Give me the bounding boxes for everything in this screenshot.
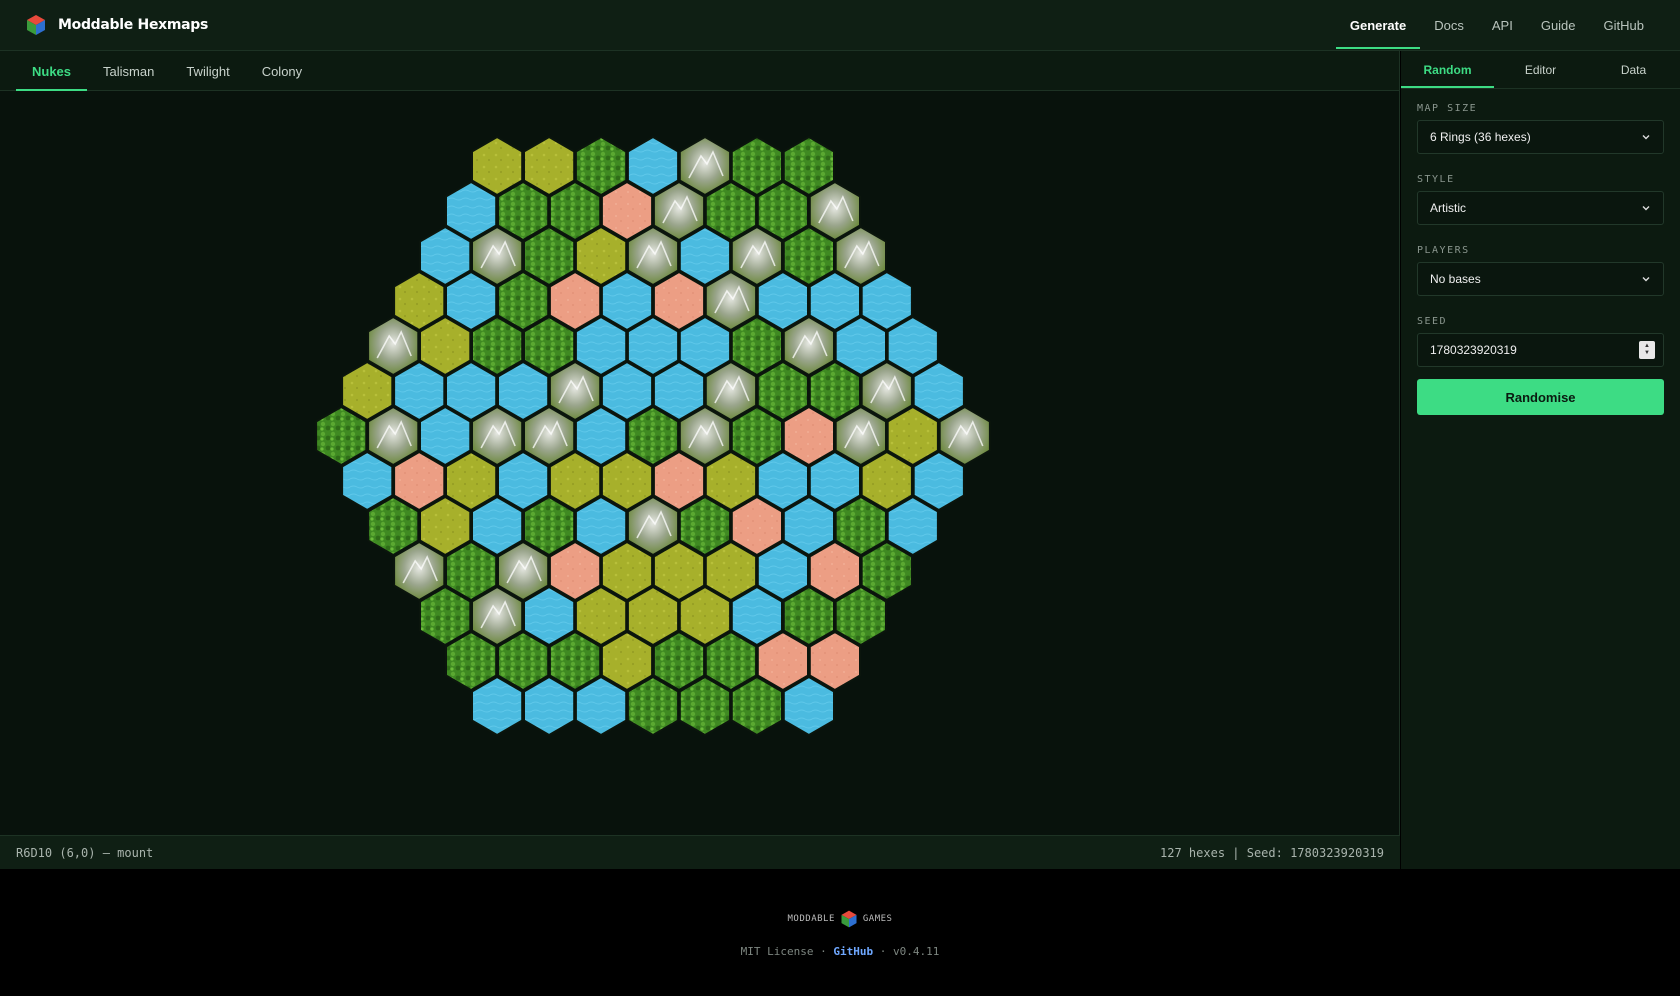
footer-meta: MIT License · GitHub · v0.4.11 xyxy=(741,945,940,958)
top-nav: Generate Docs API Guide GitHub xyxy=(1335,0,1658,51)
footer-logo[interactable]: MODDABLE GAMES xyxy=(788,909,893,929)
players-select[interactable]: No bases xyxy=(1417,262,1664,296)
version-text: v0.4.11 xyxy=(893,945,940,958)
seed-value: 1780323920319 xyxy=(1430,343,1517,357)
players-label: PLAYERS xyxy=(1417,245,1470,256)
hovered-hex-info: R6D10 (6,0) — mount xyxy=(16,845,154,860)
top-bar: Moddable Hexmaps Generate Docs API Guide… xyxy=(0,0,1680,51)
tab-editor[interactable]: Editor xyxy=(1494,51,1587,88)
tab-talisman[interactable]: Talisman xyxy=(87,51,170,91)
footer-logo-left: MODDABLE xyxy=(787,914,835,924)
nav-github[interactable]: GitHub xyxy=(1590,0,1658,51)
map-size-value: 6 Rings (36 hexes) xyxy=(1430,130,1531,144)
side-panel: Random Editor Data MAP SIZE 6 Rings (36 … xyxy=(1401,51,1680,869)
side-tabs: Random Editor Data xyxy=(1401,51,1680,89)
randomise-button[interactable]: Randomise xyxy=(1417,379,1664,415)
style-value: Artistic xyxy=(1430,201,1466,215)
hexmap-canvas[interactable] xyxy=(0,91,1400,835)
separator: · xyxy=(820,945,827,958)
seed-stepper[interactable]: ▲ ▼ xyxy=(1639,341,1655,359)
brand[interactable]: Moddable Hexmaps xyxy=(24,13,208,37)
map-panel: Nukes Talisman Twilight Colony R6D10 (6,… xyxy=(0,51,1400,869)
footer: MODDABLE GAMES MIT License · GitHub · v0… xyxy=(0,869,1680,996)
nav-docs[interactable]: Docs xyxy=(1420,0,1478,51)
hexmap[interactable] xyxy=(0,91,1400,835)
tab-data[interactable]: Data xyxy=(1587,51,1680,88)
footer-logo-right: GAMES xyxy=(862,914,893,924)
tab-twilight[interactable]: Twilight xyxy=(170,51,245,91)
map-size-label: MAP SIZE xyxy=(1417,103,1478,114)
map-tabs: Nukes Talisman Twilight Colony xyxy=(0,51,1399,91)
nav-api[interactable]: API xyxy=(1478,0,1527,51)
chevron-down-icon xyxy=(1642,135,1650,140)
license-text: MIT License xyxy=(740,945,814,958)
random-form: MAP SIZE 6 Rings (36 hexes) STYLE Artist… xyxy=(1401,89,1680,415)
tab-colony[interactable]: Colony xyxy=(246,51,318,91)
map-size-select[interactable]: 6 Rings (36 hexes) xyxy=(1417,120,1664,154)
tab-random[interactable]: Random xyxy=(1401,51,1494,88)
style-label: STYLE xyxy=(1417,174,1455,185)
cube-logo-icon xyxy=(27,15,45,35)
nav-guide[interactable]: Guide xyxy=(1527,0,1590,51)
players-value: No bases xyxy=(1430,272,1481,286)
nav-generate[interactable]: Generate xyxy=(1335,0,1421,51)
cube-logo-icon xyxy=(841,910,857,928)
tab-nukes[interactable]: Nukes xyxy=(16,51,88,91)
style-select[interactable]: Artistic xyxy=(1417,191,1664,225)
github-link[interactable]: GitHub xyxy=(833,945,873,958)
app-name: Moddable Hexmaps xyxy=(58,17,209,33)
separator: · xyxy=(879,945,887,958)
status-bar: R6D10 (6,0) — mount 127 hexes | Seed: 17… xyxy=(0,835,1400,869)
chevron-down-icon xyxy=(1642,277,1650,282)
seed-input[interactable]: 1780323920319 ▲ ▼ xyxy=(1417,333,1664,367)
seed-label: SEED xyxy=(1417,316,1448,327)
chevron-down-icon xyxy=(1642,206,1650,211)
map-summary: 127 hexes | Seed: 1780323920319 xyxy=(1160,845,1384,860)
